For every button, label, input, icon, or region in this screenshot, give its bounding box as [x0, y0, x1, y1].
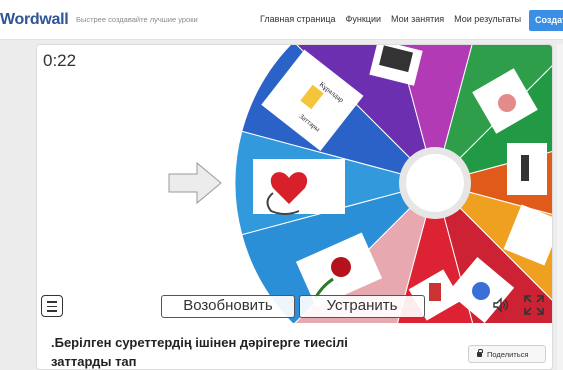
timer: 0:22: [43, 51, 77, 70]
control-bar: Возобновить Устранить: [37, 293, 552, 323]
tagline: Быстрее создавайте лучшие уроки: [76, 15, 198, 24]
resume-button[interactable]: Возобновить: [161, 295, 295, 318]
wordwall-logo[interactable]: Wordwall: [0, 11, 69, 29]
activity-card: Кұралдар Заттары 0:22 Возобновить Устран…: [36, 44, 553, 370]
sound-icon[interactable]: [492, 296, 510, 319]
rose-icon: [331, 257, 351, 277]
pointer-arrow-icon: [168, 161, 222, 205]
activity-title: .Берілген суреттердің ішінен дәрігерге т…: [51, 335, 348, 369]
wheel-stage: Кұралдар Заттары 0:22 Возобновить Устран…: [37, 45, 553, 323]
bottle-icon: [521, 155, 529, 181]
spin-wheel[interactable]: Кұралдар Заттары: [37, 45, 553, 323]
nav-home[interactable]: Главная страница: [260, 14, 336, 24]
share-button[interactable]: Поделиться: [468, 345, 546, 363]
fullscreen-icon[interactable]: [523, 294, 545, 321]
doctor-icon: [498, 94, 516, 112]
main-nav: Главная страница Функции Мои занятия Мои…: [260, 14, 521, 24]
page-scrollbar[interactable]: [557, 44, 563, 370]
top-header: Wordwall Быстрее создавайте лучшие уроки…: [0, 0, 563, 40]
nav-features[interactable]: Функции: [346, 14, 381, 24]
menu-icon[interactable]: [41, 295, 63, 317]
wheel-hub[interactable]: [406, 154, 464, 212]
nav-my-results[interactable]: Мои результаты: [454, 14, 521, 24]
share-label: Поделиться: [487, 350, 529, 359]
create-button[interactable]: Создат: [529, 10, 563, 31]
nav-my-activities[interactable]: Мои занятия: [391, 14, 444, 24]
remove-button[interactable]: Устранить: [299, 295, 425, 318]
lock-icon: [477, 349, 483, 357]
